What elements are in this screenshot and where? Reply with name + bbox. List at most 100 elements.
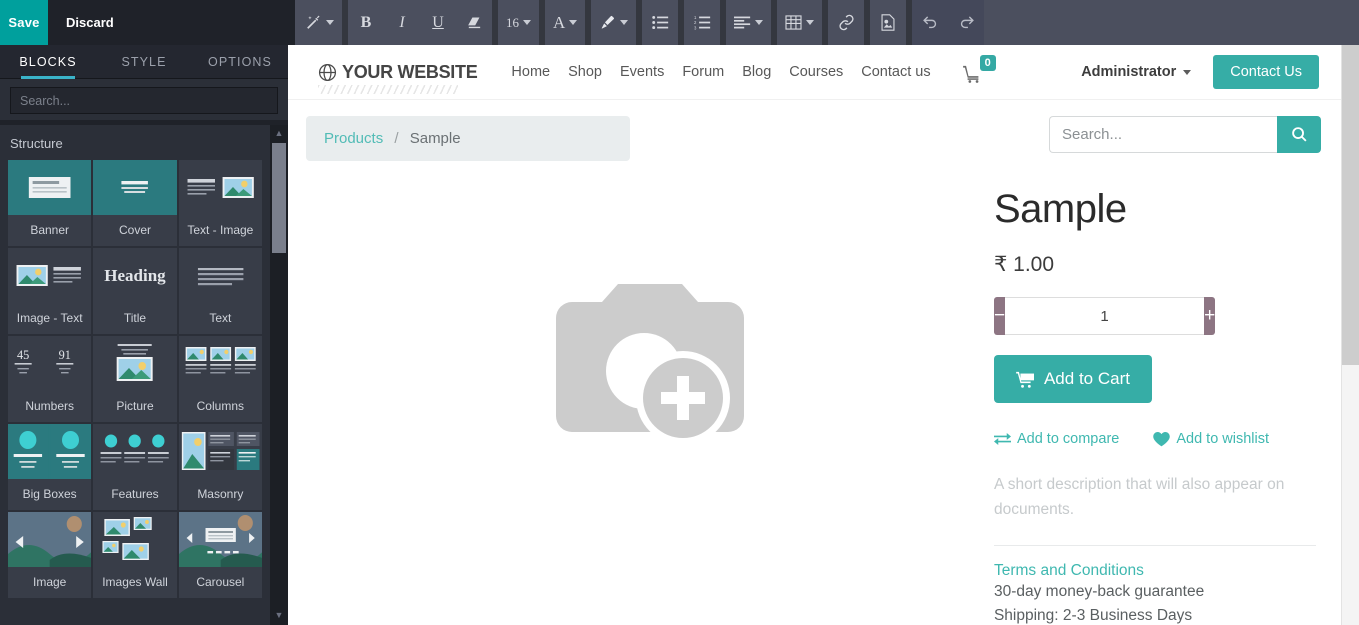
nav-shop[interactable]: Shop: [568, 64, 602, 80]
block-image-text[interactable]: Image - Text: [8, 248, 92, 334]
block-carousel[interactable]: Carousel: [178, 512, 262, 598]
header-right: Administrator Contact Us: [1081, 55, 1319, 89]
user-menu[interactable]: Administrator: [1081, 64, 1192, 80]
underline-icon[interactable]: U: [420, 0, 456, 45]
nav-forum[interactable]: Forum: [682, 64, 724, 80]
link-icon[interactable]: [828, 0, 864, 45]
chevron-down-icon: [1183, 69, 1192, 75]
scroll-down-icon[interactable]: ▼: [270, 607, 288, 623]
bold-icon[interactable]: B: [348, 0, 384, 45]
block-text-image[interactable]: Text - Image: [178, 160, 262, 246]
sidebar-scroll-thumb[interactable]: [272, 143, 286, 253]
block-thumb-text: [178, 248, 262, 303]
align-icon[interactable]: [726, 0, 771, 45]
redo-icon[interactable]: [948, 0, 985, 45]
add-to-wishlist-link[interactable]: Add to wishlist: [1153, 431, 1269, 447]
nav-courses[interactable]: Courses: [789, 64, 843, 80]
site-logo[interactable]: YOUR WEBSITE: [318, 61, 478, 94]
breadcrumb-products-link[interactable]: Products: [324, 130, 383, 147]
block-big-boxes[interactable]: Big Boxes: [8, 424, 92, 510]
table-icon[interactable]: [777, 0, 822, 45]
block-thumb-picture: [93, 336, 177, 391]
svg-text:91: 91: [59, 348, 71, 362]
product-action-links: Add to compare Add to wishlist: [993, 431, 1319, 447]
user-name: Administrator: [1081, 64, 1177, 80]
image-icon[interactable]: [870, 0, 906, 45]
block-label: Carousel: [196, 575, 245, 589]
tab-blocks[interactable]: BLOCKS: [0, 45, 96, 79]
camera-placeholder-icon: [555, 283, 744, 445]
quantity-input[interactable]: [1005, 297, 1205, 335]
eraser-icon[interactable]: [456, 0, 492, 45]
blocks-search-input[interactable]: [10, 87, 278, 114]
nav-home[interactable]: Home: [511, 64, 550, 80]
block-label: Image: [32, 575, 67, 589]
wishlist-label: Add to wishlist: [1176, 431, 1270, 447]
site-header: YOUR WEBSITE Home Shop Events Forum Blog…: [288, 45, 1341, 100]
quantity-stepper: − +: [993, 297, 1216, 335]
nav-contact-us[interactable]: Contact us: [861, 64, 930, 80]
section-divider: [993, 544, 1316, 546]
block-label: Big Boxes: [22, 487, 77, 501]
breadcrumb: Products / Sample: [306, 116, 630, 161]
contact-us-button[interactable]: Contact Us: [1213, 55, 1319, 89]
terms-and-conditions-link[interactable]: Terms and Conditions: [994, 562, 1319, 580]
unordered-list-icon[interactable]: [642, 0, 678, 45]
block-label: Features: [111, 487, 159, 501]
block-numbers[interactable]: 45 91 Numbers: [8, 336, 92, 422]
sidebar-scrollbar[interactable]: ▲ ▼: [270, 125, 288, 625]
page-scrollbar[interactable]: [1341, 45, 1359, 625]
quantity-decrease-button[interactable]: −: [993, 297, 1006, 335]
block-columns[interactable]: Columns: [178, 336, 262, 422]
nav-events[interactable]: Events: [620, 64, 664, 80]
block-text[interactable]: Text: [178, 248, 262, 334]
save-button[interactable]: Save: [0, 0, 48, 45]
block-label: Masonry: [197, 487, 244, 501]
product-short-description: A short description that will also appea…: [993, 476, 1285, 518]
chevron-down-icon: [569, 20, 578, 25]
breadcrumb-current: Sample: [409, 130, 461, 147]
block-image[interactable]: Image: [8, 512, 92, 598]
cart-count-badge: 0: [979, 54, 996, 71]
magic-wand-icon[interactable]: [297, 0, 342, 45]
terms-section: Terms and Conditions 30-day money-back g…: [994, 562, 1319, 625]
block-features[interactable]: Features: [93, 424, 177, 510]
ordered-list-icon[interactable]: 123: [684, 0, 720, 45]
block-title[interactable]: Heading Title: [93, 248, 177, 334]
block-picture[interactable]: Picture: [93, 336, 177, 422]
shipping-text: Shipping: 2-3 Business Days: [993, 606, 1193, 624]
breadcrumb-row: Products / Sample: [288, 100, 1341, 161]
block-images-wall[interactable]: Images Wall: [93, 512, 177, 598]
discard-button[interactable]: Discard: [48, 0, 132, 45]
page-scroll-thumb[interactable]: [1342, 45, 1359, 365]
italic-icon[interactable]: I: [384, 0, 420, 45]
block-banner[interactable]: Banner: [8, 160, 92, 246]
block-thumb-banner: [8, 160, 92, 215]
main-navigation: Home Shop Events Forum Blog Courses Cont…: [511, 64, 930, 80]
tab-options[interactable]: OPTIONS: [192, 45, 288, 79]
block-thumb-columns: [178, 336, 262, 391]
quantity-increase-button[interactable]: +: [1204, 297, 1216, 335]
search-button[interactable]: [1277, 116, 1321, 153]
nav-blog[interactable]: Blog: [742, 64, 771, 80]
product-image-placeholder[interactable]: [306, 173, 994, 553]
tab-style[interactable]: STYLE: [96, 45, 192, 79]
undo-icon[interactable]: [912, 0, 949, 45]
brand-underline: [318, 84, 458, 94]
font-color-icon[interactable]: A: [545, 0, 585, 45]
add-to-cart-button[interactable]: Add to Cart: [993, 355, 1152, 403]
sidebar-tabs: BLOCKS STYLE OPTIONS: [0, 45, 288, 79]
search-input[interactable]: [1049, 116, 1277, 153]
background-color-icon[interactable]: [591, 0, 636, 45]
block-label: Images Wall: [102, 575, 168, 589]
product-price: ₹ 1.00: [993, 253, 1055, 276]
cart-button[interactable]: 0: [962, 54, 996, 83]
scroll-up-icon[interactable]: ▲: [270, 125, 288, 141]
block-cover[interactable]: Cover: [93, 160, 177, 246]
brand-name: YOUR WEBSITE: [342, 61, 478, 82]
block-label: Picture: [116, 399, 154, 413]
block-thumb-cover: [93, 160, 177, 215]
block-masonry[interactable]: Masonry: [178, 424, 262, 510]
add-to-compare-link[interactable]: Add to compare: [993, 431, 1119, 447]
font-size-selector[interactable]: 16: [498, 0, 539, 45]
